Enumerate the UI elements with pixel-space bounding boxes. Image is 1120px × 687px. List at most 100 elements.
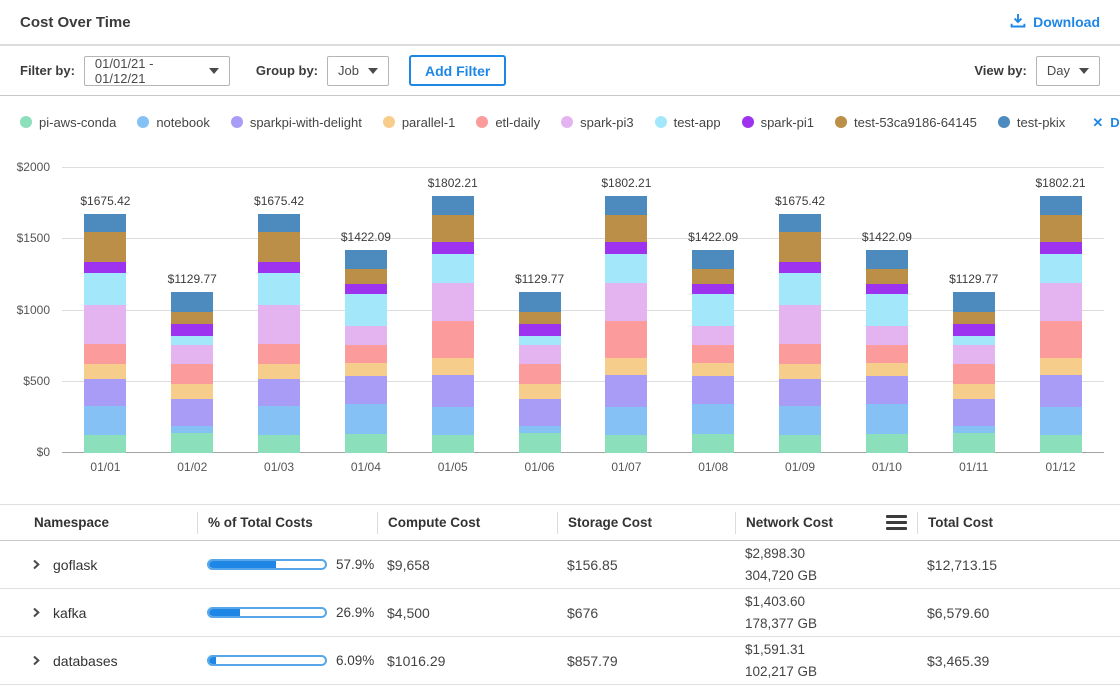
- bar-segment-test-53ca9186-64145[interactable]: [345, 269, 387, 284]
- bar-segment-parallel-1[interactable]: [953, 384, 995, 399]
- bar-segment-spark-pi1[interactable]: [605, 242, 647, 254]
- bar-segment-sparkpi-with-delight[interactable]: [345, 376, 387, 404]
- bar-segment-test-app[interactable]: [345, 294, 387, 326]
- bar-segment-etl-daily[interactable]: [605, 321, 647, 358]
- bar-segment-spark-pi1[interactable]: [866, 284, 908, 294]
- bar-segment-pi-aws-conda[interactable]: [345, 434, 387, 453]
- bar-segment-pi-aws-conda[interactable]: [953, 433, 995, 453]
- bar-segment-spark-pi1[interactable]: [519, 324, 561, 336]
- bar-segment-test-pkix[interactable]: [1040, 196, 1082, 214]
- bar-segment-test-pkix[interactable]: [345, 250, 387, 269]
- bar-segment-test-53ca9186-64145[interactable]: [432, 215, 474, 243]
- bar-segment-notebook[interactable]: [432, 407, 474, 435]
- bar-segment-test-53ca9186-64145[interactable]: [84, 232, 126, 262]
- bar-segment-test-app[interactable]: [866, 294, 908, 326]
- bar-segment-etl-daily[interactable]: [345, 345, 387, 363]
- bar-segment-test-pkix[interactable]: [432, 196, 474, 214]
- bar-segment-pi-aws-conda[interactable]: [866, 434, 908, 453]
- stacked-bar-01/10[interactable]: [866, 250, 908, 453]
- stacked-bar-01/11[interactable]: [953, 292, 995, 453]
- bar-segment-test-app[interactable]: [605, 254, 647, 283]
- bar-segment-test-53ca9186-64145[interactable]: [692, 269, 734, 284]
- bar-segment-notebook[interactable]: [953, 426, 995, 433]
- bar-segment-sparkpi-with-delight[interactable]: [953, 399, 995, 426]
- legend-item-spark-pi3[interactable]: spark-pi3: [561, 115, 633, 130]
- bar-segment-etl-daily[interactable]: [432, 321, 474, 358]
- bar-segment-sparkpi-with-delight[interactable]: [692, 376, 734, 404]
- bar-segment-spark-pi3[interactable]: [953, 345, 995, 364]
- bar-segment-test-pkix[interactable]: [692, 250, 734, 269]
- bar-segment-etl-daily[interactable]: [953, 364, 995, 384]
- bar-segment-spark-pi3[interactable]: [779, 305, 821, 344]
- bar-segment-pi-aws-conda[interactable]: [171, 433, 213, 453]
- bar-segment-spark-pi3[interactable]: [258, 305, 300, 344]
- bar-segment-spark-pi1[interactable]: [432, 242, 474, 254]
- stacked-bar-01/07[interactable]: [605, 196, 647, 453]
- bar-segment-etl-daily[interactable]: [1040, 321, 1082, 358]
- bar-segment-test-pkix[interactable]: [84, 214, 126, 232]
- bar-segment-parallel-1[interactable]: [432, 358, 474, 375]
- bar-segment-notebook[interactable]: [171, 426, 213, 433]
- stacked-bar-01/02[interactable]: [171, 292, 213, 453]
- bar-segment-sparkpi-with-delight[interactable]: [84, 379, 126, 406]
- stacked-bar-01/08[interactable]: [692, 250, 734, 453]
- bar-segment-pi-aws-conda[interactable]: [258, 435, 300, 453]
- bar-segment-spark-pi1[interactable]: [1040, 242, 1082, 254]
- bar-segment-spark-pi1[interactable]: [345, 284, 387, 294]
- bar-segment-spark-pi1[interactable]: [779, 262, 821, 273]
- legend-item-test-app[interactable]: test-app: [655, 115, 721, 130]
- bar-segment-sparkpi-with-delight[interactable]: [258, 379, 300, 406]
- bar-segment-spark-pi1[interactable]: [84, 262, 126, 273]
- bar-segment-test-app[interactable]: [692, 294, 734, 326]
- bar-segment-pi-aws-conda[interactable]: [519, 433, 561, 453]
- bar-segment-spark-pi3[interactable]: [519, 345, 561, 364]
- legend-item-test-pkix[interactable]: test-pkix: [998, 115, 1065, 130]
- add-filter-button[interactable]: Add Filter: [409, 55, 506, 86]
- bar-segment-test-pkix[interactable]: [953, 292, 995, 312]
- bar-segment-test-53ca9186-64145[interactable]: [258, 232, 300, 262]
- bar-segment-spark-pi1[interactable]: [953, 324, 995, 336]
- bar-segment-pi-aws-conda[interactable]: [84, 435, 126, 453]
- table-row-goflask[interactable]: goflask57.9%$9,658$156.85$2,898.30304,72…: [0, 541, 1120, 589]
- bar-segment-test-53ca9186-64145[interactable]: [866, 269, 908, 284]
- bar-segment-spark-pi3[interactable]: [866, 326, 908, 345]
- bar-segment-pi-aws-conda[interactable]: [1040, 435, 1082, 453]
- bar-segment-test-53ca9186-64145[interactable]: [605, 215, 647, 243]
- bar-segment-etl-daily[interactable]: [692, 345, 734, 363]
- legend-item-parallel-1[interactable]: parallel-1: [383, 115, 455, 130]
- bar-segment-pi-aws-conda[interactable]: [779, 435, 821, 453]
- expand-chevron-icon[interactable]: [30, 606, 42, 619]
- bar-segment-notebook[interactable]: [258, 406, 300, 435]
- bar-segment-spark-pi3[interactable]: [692, 326, 734, 345]
- bar-segment-test-app[interactable]: [84, 273, 126, 305]
- bar-segment-test-53ca9186-64145[interactable]: [1040, 215, 1082, 243]
- deselect-all-button[interactable]: ✕ Deselect All: [1092, 115, 1120, 130]
- bar-segment-spark-pi3[interactable]: [84, 305, 126, 344]
- legend-item-notebook[interactable]: notebook: [137, 115, 210, 130]
- bar-segment-spark-pi3[interactable]: [605, 283, 647, 321]
- bar-segment-spark-pi3[interactable]: [345, 326, 387, 345]
- bar-segment-test-pkix[interactable]: [171, 292, 213, 312]
- bar-segment-parallel-1[interactable]: [605, 358, 647, 375]
- stacked-bar-01/06[interactable]: [519, 292, 561, 453]
- bar-segment-parallel-1[interactable]: [84, 364, 126, 380]
- bar-segment-test-app[interactable]: [171, 336, 213, 345]
- bar-segment-test-app[interactable]: [953, 336, 995, 345]
- bar-segment-notebook[interactable]: [605, 407, 647, 435]
- bar-segment-sparkpi-with-delight[interactable]: [1040, 375, 1082, 407]
- bar-segment-notebook[interactable]: [866, 404, 908, 434]
- expand-chevron-icon[interactable]: [30, 654, 42, 667]
- bar-segment-notebook[interactable]: [84, 406, 126, 435]
- download-button[interactable]: Download: [1010, 13, 1100, 31]
- bar-segment-test-53ca9186-64145[interactable]: [779, 232, 821, 262]
- bar-segment-parallel-1[interactable]: [866, 363, 908, 377]
- stacked-bar-01/04[interactable]: [345, 250, 387, 453]
- legend-item-pi-aws-conda[interactable]: pi-aws-conda: [20, 115, 116, 130]
- bar-segment-parallel-1[interactable]: [345, 363, 387, 377]
- bar-segment-test-app[interactable]: [519, 336, 561, 345]
- bar-segment-test-53ca9186-64145[interactable]: [171, 312, 213, 325]
- bar-segment-spark-pi3[interactable]: [1040, 283, 1082, 321]
- bar-segment-sparkpi-with-delight[interactable]: [432, 375, 474, 407]
- stacked-bar-01/03[interactable]: [258, 214, 300, 453]
- bar-segment-sparkpi-with-delight[interactable]: [866, 376, 908, 404]
